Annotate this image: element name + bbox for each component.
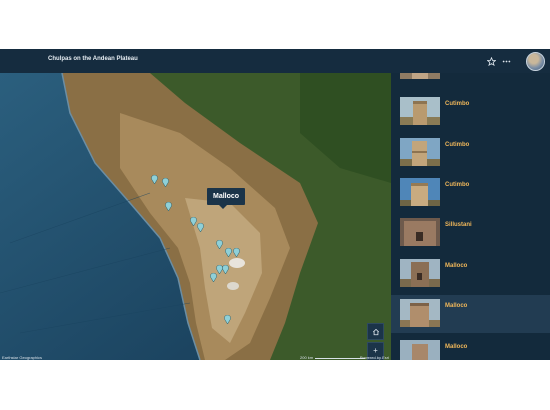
map-tooltip: Malloco [207,188,246,209]
site-card[interactable]: Cutimbo [391,93,550,131]
chulpa-location-pin[interactable] [165,198,172,212]
chulpa-location-pin[interactable] [151,171,158,185]
site-card-label: Malloco [445,344,468,350]
more-icon[interactable] [499,54,513,68]
site-card[interactable]: Malloco [391,255,550,293]
site-card[interactable]: Malloco [391,336,550,360]
user-avatar[interactable] [526,52,545,71]
site-card[interactable]: Sillustani [391,214,550,252]
site-thumbnail [400,340,440,360]
chulpa-location-pin[interactable] [190,213,197,227]
chulpa-location-pin[interactable] [225,244,232,258]
site-thumbnail [400,218,440,246]
star-icon[interactable] [484,54,498,68]
scale-value: 200 km [300,355,314,360]
site-card[interactable] [391,73,550,85]
app-header: Chulpas on the Andean Plateau [0,49,550,73]
site-card[interactable]: Cutimbo [391,174,550,212]
site-list-panel[interactable]: Cutimbo Cutimbo Cutimbo Sillustani Mallo… [391,73,550,360]
site-thumbnail [400,299,440,327]
site-thumbnail [400,97,440,125]
chulpa-location-pin[interactable] [224,311,231,325]
home-button[interactable] [367,323,384,340]
home-icon [372,328,379,335]
scale-bar-label: 200 km [300,355,366,360]
site-card-selected[interactable]: Malloco [391,295,550,333]
app-window: Chulpas on the Andean Plateau Malloco + … [0,49,550,360]
esri-attribution[interactable]: Powered by Esri [360,355,389,360]
site-card-label: Cutimbo [445,101,470,107]
site-card[interactable]: Cutimbo [391,134,550,172]
imagery-attribution: Earthstar Geographics [2,355,43,360]
chulpa-location-pin[interactable] [222,261,229,275]
chulpa-location-pin[interactable] [216,236,223,250]
chulpa-location-pin[interactable] [210,269,217,283]
site-thumbnail [400,178,440,206]
site-card-label: Sillustani [445,222,472,228]
site-thumbnail [400,138,440,166]
map-view[interactable]: Malloco + − Earthstar Geographics 200 km… [0,73,391,360]
chulpa-location-pin[interactable] [233,244,240,258]
site-thumbnail [400,73,440,79]
scale-bar-line [315,358,366,359]
app-title: Chulpas on the Andean Plateau [48,56,138,62]
site-thumbnail [400,259,440,287]
site-card-label: Malloco [445,263,468,269]
site-card-label: Cutimbo [445,182,470,188]
chulpa-location-pin[interactable] [197,219,204,233]
chulpa-location-pin[interactable] [162,174,169,188]
site-card-label: Cutimbo [445,142,470,148]
site-card-label: Malloco [445,303,468,309]
